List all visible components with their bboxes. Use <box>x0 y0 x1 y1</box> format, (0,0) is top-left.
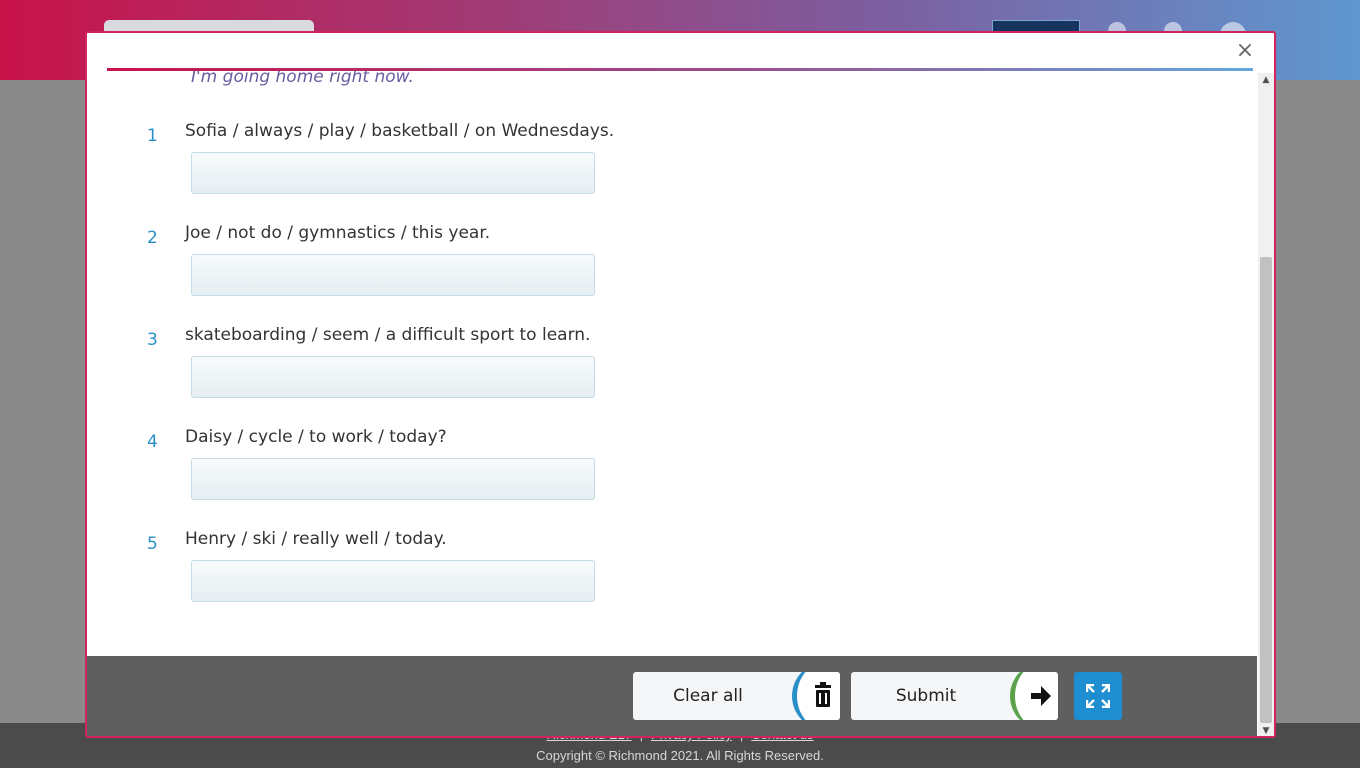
clear-all-label: Clear all <box>673 686 743 706</box>
question-number: 2 <box>147 228 158 248</box>
question-5: 5 Henry / ski / really well / today. <box>87 529 1257 629</box>
action-bar: Clear all Submit <box>87 656 1257 736</box>
question-2: 2 Joe / not do / gymnastics / this year. <box>87 223 1257 323</box>
question-number: 4 <box>147 432 158 452</box>
answer-input-3[interactable] <box>191 356 595 398</box>
answer-input-4[interactable] <box>191 458 595 500</box>
question-prompt: Henry / ski / really well / today. <box>185 529 447 549</box>
question-prompt: skateboarding / seem / a difficult sport… <box>185 325 591 345</box>
clear-icon-circle <box>792 672 840 720</box>
footer-copyright: Copyright © Richmond 2021. All Rights Re… <box>536 748 824 763</box>
question-3: 3 skateboarding / seem / a difficult spo… <box>87 325 1257 425</box>
question-4: 4 Daisy / cycle / to work / today? <box>87 427 1257 527</box>
clear-all-button[interactable]: Clear all <box>633 672 840 720</box>
exercise-content: I'm going home right now. 1 Sofia / alwa… <box>87 71 1257 656</box>
example-answer: I'm going home right now. <box>191 71 414 87</box>
submit-icon-circle <box>1010 672 1058 720</box>
question-prompt: Daisy / cycle / to work / today? <box>185 427 447 447</box>
exercise-modal: × I'm going home right now. 1 Sofia / al… <box>85 31 1276 738</box>
answer-input-2[interactable] <box>191 254 595 296</box>
question-1: 1 Sofia / always / play / basketball / o… <box>87 121 1257 221</box>
trash-icon <box>815 682 831 707</box>
submit-label: Submit <box>895 686 957 706</box>
answer-input-1[interactable] <box>191 152 595 194</box>
question-prompt: Joe / not do / gymnastics / this year. <box>185 223 491 243</box>
submit-button[interactable]: Submit <box>851 672 1058 720</box>
scroll-thumb[interactable] <box>1260 257 1272 723</box>
question-number: 5 <box>147 534 158 554</box>
scroll-up-icon[interactable]: ▲ <box>1258 73 1274 87</box>
question-prompt: Sofia / always / play / basketball / on … <box>185 121 615 141</box>
scroll-down-icon[interactable]: ▼ <box>1258 724 1274 736</box>
question-number: 3 <box>147 330 158 350</box>
arrow-right-icon <box>1031 686 1051 706</box>
expand-icon <box>1086 684 1110 708</box>
question-number: 1 <box>147 126 158 146</box>
vertical-scrollbar[interactable]: ▲ ▼ <box>1258 73 1274 736</box>
close-icon[interactable]: × <box>1232 39 1258 65</box>
expand-button[interactable] <box>1074 672 1122 720</box>
answer-input-5[interactable] <box>191 560 595 602</box>
